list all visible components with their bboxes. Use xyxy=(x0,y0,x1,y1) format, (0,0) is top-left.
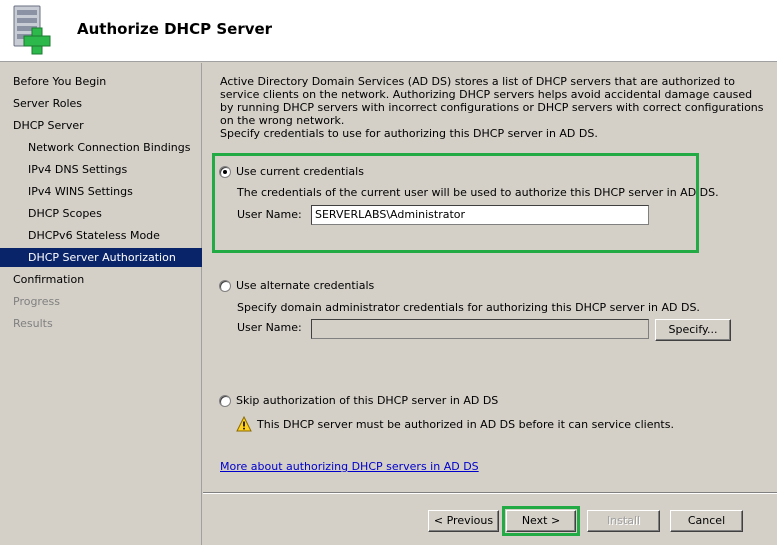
skip-authorization-label[interactable]: Skip authorization of this DHCP server i… xyxy=(236,394,498,407)
use-current-credentials-label[interactable]: Use current credentials xyxy=(236,165,364,178)
alternate-username-field[interactable] xyxy=(311,319,649,339)
nav-item-dhcp-server[interactable]: DHCP Server xyxy=(0,116,202,135)
nav-item-ipv4-wins-settings[interactable]: IPv4 WINS Settings xyxy=(0,182,202,201)
specify-credentials-text: Specify credentials to use for authorizi… xyxy=(220,127,598,140)
nav-item-ipv4-dns-settings[interactable]: IPv4 DNS Settings xyxy=(0,160,202,179)
nav-item-progress: Progress xyxy=(13,295,60,308)
nav-item-confirmation[interactable]: Confirmation xyxy=(0,270,202,289)
footer-divider xyxy=(203,492,777,494)
current-username-label: User Name: xyxy=(237,208,302,221)
use-alternate-credentials-label[interactable]: Use alternate credentials xyxy=(236,279,374,292)
description-text: Active Directory Domain Services (AD DS)… xyxy=(220,75,764,127)
previous-button[interactable]: < Previous xyxy=(428,510,499,532)
use-alternate-credentials-radio[interactable] xyxy=(219,280,231,292)
install-button: Install xyxy=(587,510,660,532)
nav-item-dhcp-server-authorization[interactable]: DHCP Server Authorization xyxy=(0,248,202,267)
next-button[interactable]: Next > xyxy=(506,510,576,532)
skip-authorization-radio[interactable] xyxy=(219,395,231,407)
warning-icon xyxy=(236,416,252,432)
nav-item-network-connection-bindings[interactable]: Network Connection Bindings xyxy=(0,138,202,157)
nav-item-before-you-begin[interactable]: Before You Begin xyxy=(0,72,202,91)
current-credentials-info: The credentials of the current user will… xyxy=(237,186,719,199)
skip-warning-text: This DHCP server must be authorized in A… xyxy=(257,418,674,431)
page-title: Authorize DHCP Server xyxy=(77,20,273,38)
nav-item-server-roles[interactable]: Server Roles xyxy=(0,94,202,113)
current-username-field[interactable]: SERVERLABS\Administrator xyxy=(311,205,649,225)
cancel-button[interactable]: Cancel xyxy=(670,510,743,532)
server-add-icon xyxy=(13,5,51,55)
nav-item-dhcp-scopes[interactable]: DHCP Scopes xyxy=(0,204,202,223)
alternate-username-label: User Name: xyxy=(237,321,302,334)
alternate-credentials-info: Specify domain administrator credentials… xyxy=(237,301,700,314)
use-current-credentials-radio[interactable] xyxy=(219,166,231,178)
wizard-header: Authorize DHCP Server xyxy=(0,0,777,62)
nav-item-results: Results xyxy=(13,317,53,330)
specify-button[interactable]: Specify... xyxy=(655,319,731,341)
more-about-link[interactable]: More about authorizing DHCP servers in A… xyxy=(220,460,479,473)
nav-item-dhcpv6-stateless-mode[interactable]: DHCPv6 Stateless Mode xyxy=(0,226,202,245)
wizard-nav: Before You Begin Server Roles DHCP Serve… xyxy=(0,63,202,545)
wizard-content: Active Directory Domain Services (AD DS)… xyxy=(203,63,777,545)
